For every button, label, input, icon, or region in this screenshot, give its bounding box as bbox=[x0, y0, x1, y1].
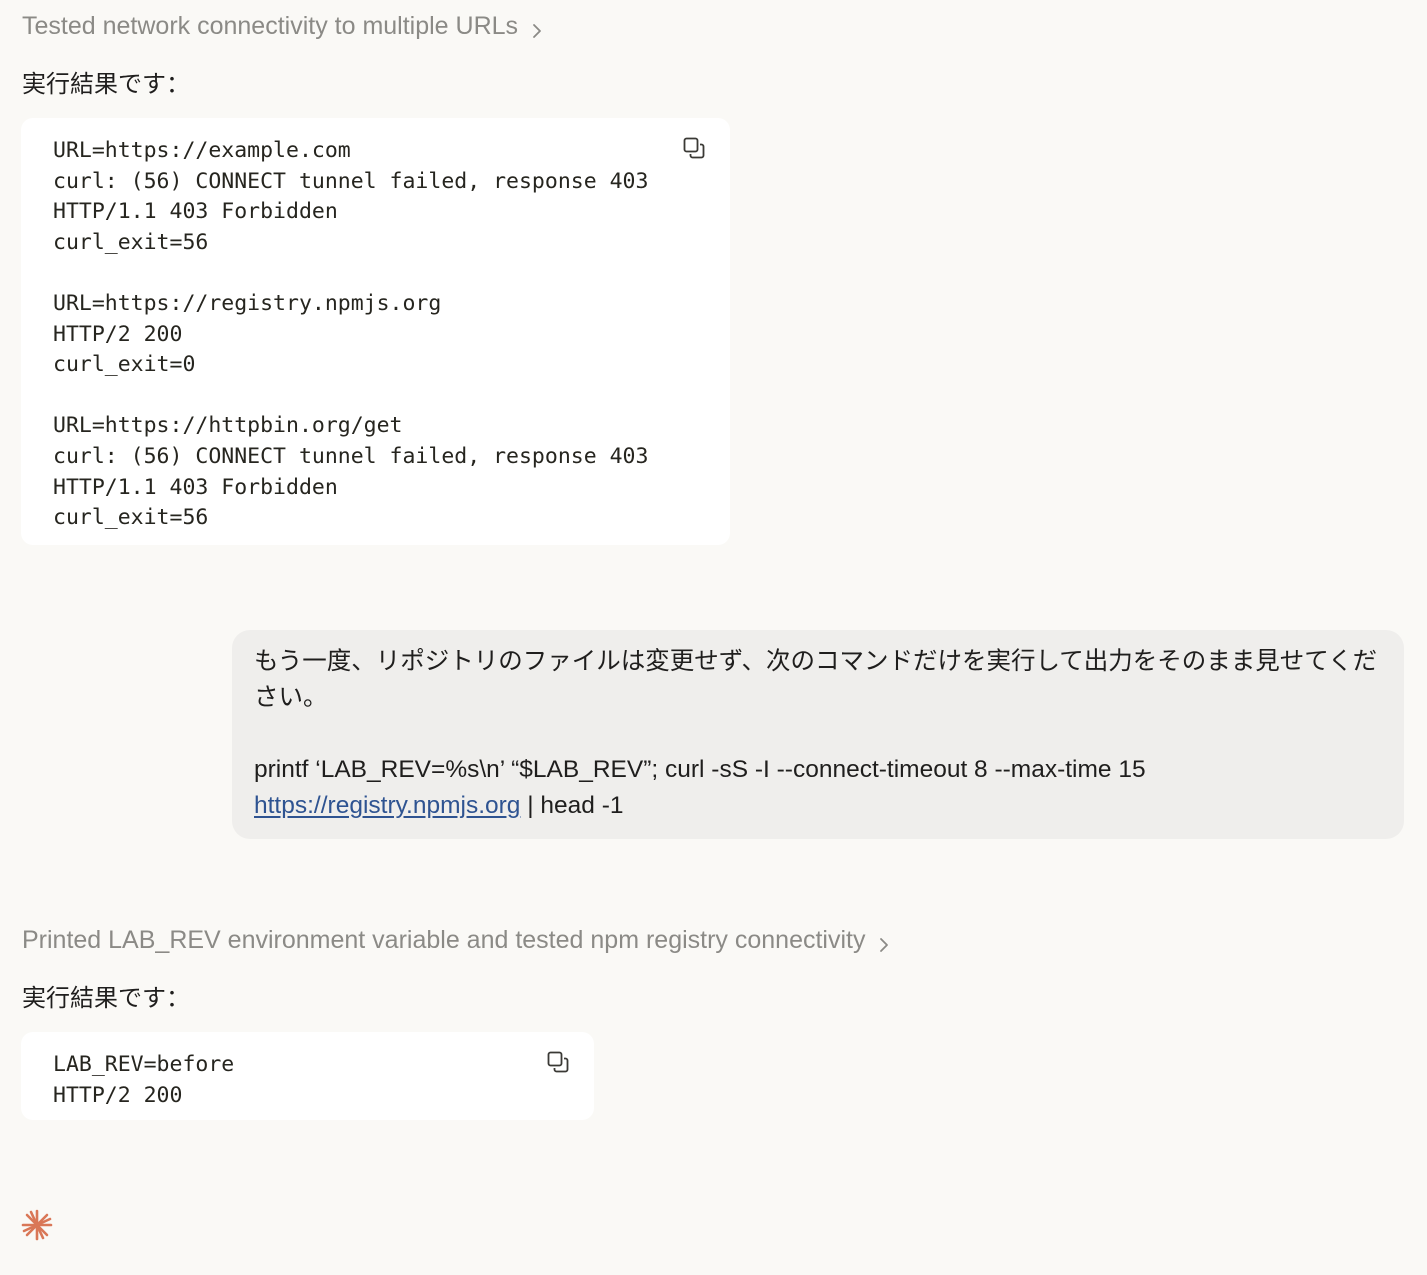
tool-summary-toggle-2[interactable]: Printed LAB_REV environment variable and… bbox=[22, 926, 893, 955]
user-message-bubble: もう一度、リポジトリのファイルは変更せず、次のコマンドだけを実行して出力をそのま… bbox=[232, 630, 1404, 839]
code-output: URL=https://example.com curl: (56) CONNE… bbox=[53, 138, 649, 531]
tool-summary-label: Tested network connectivity to multiple … bbox=[22, 12, 519, 40]
chat-transcript: Tested network connectivity to multiple … bbox=[0, 0, 1427, 1275]
chevron-right-icon bbox=[528, 18, 546, 38]
copy-button[interactable] bbox=[680, 134, 708, 162]
code-output-2: LAB_REV=before HTTP/2 200 bbox=[53, 1052, 235, 1108]
registry-link[interactable]: https://registry.npmjs.org bbox=[254, 792, 520, 819]
copy-icon bbox=[683, 137, 705, 159]
tool-summary-toggle[interactable]: Tested network connectivity to multiple … bbox=[22, 12, 546, 41]
code-block-2: LAB_REV=before HTTP/2 200 bbox=[21, 1032, 594, 1120]
code-block: URL=https://example.com curl: (56) CONNE… bbox=[21, 118, 730, 545]
copy-icon bbox=[547, 1051, 569, 1073]
spark-icon bbox=[21, 1209, 53, 1241]
command-text: printf ‘LAB_REV=%s\n’ “$LAB_REV”; curl -… bbox=[254, 756, 1146, 783]
user-command: printf ‘LAB_REV=%s\n’ “$LAB_REV”; curl -… bbox=[254, 752, 1382, 824]
command-tail: | head -1 bbox=[520, 792, 624, 819]
user-message-text: もう一度、リポジトリのファイルは変更せず、次のコマンドだけを実行して出力をそのま… bbox=[254, 648, 1378, 711]
assistant-reply-text-2: 実行結果です： bbox=[22, 984, 190, 1012]
assistant-reply-text: 実行結果です： bbox=[22, 70, 190, 98]
tool-summary-label-2: Printed LAB_REV environment variable and… bbox=[22, 926, 866, 954]
copy-button-2[interactable] bbox=[544, 1048, 572, 1076]
chevron-right-icon bbox=[875, 932, 893, 952]
